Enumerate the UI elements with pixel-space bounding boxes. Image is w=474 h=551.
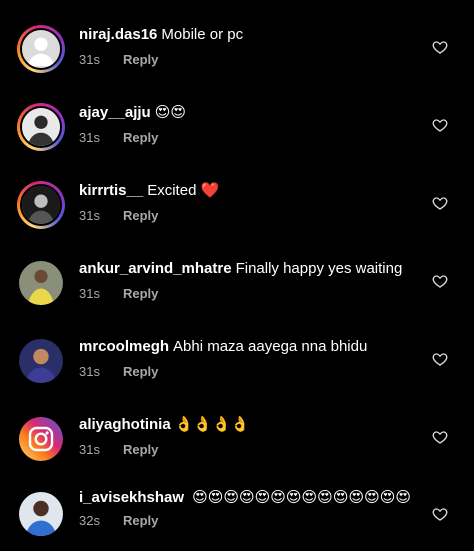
comment-username[interactable]: kirrrtis__ — [79, 182, 143, 199]
comment-timestamp: 31s — [79, 52, 100, 67]
comment-emojis: 👌👌👌👌 — [174, 416, 250, 433]
comment-timestamp: 31s — [79, 208, 100, 223]
heart-outline-icon[interactable] — [432, 39, 448, 55]
comment-timestamp: 31s — [79, 286, 100, 301]
avatar — [20, 184, 62, 226]
avatar-wrap[interactable] — [17, 337, 65, 385]
reply-button[interactable]: Reply — [123, 286, 158, 301]
comment-username[interactable]: ajay__ajju — [79, 104, 151, 121]
comment-username[interactable]: aliyaghotinia — [79, 416, 171, 433]
heart-outline-icon[interactable] — [432, 195, 448, 211]
avatar — [19, 339, 63, 383]
heart-outline-icon[interactable] — [432, 429, 448, 445]
reply-button[interactable]: Reply — [123, 442, 158, 457]
comment-text: Abhi maza aayega nna bhidu — [173, 338, 368, 355]
comment-emojis: 😍😍😍😍😍😍😍😍😍😍😍😍😍😍 — [192, 489, 411, 506]
reply-button[interactable]: Reply — [123, 513, 158, 528]
reply-button[interactable]: Reply — [123, 52, 158, 67]
heart-outline-icon[interactable] — [432, 351, 448, 367]
reply-button[interactable]: Reply — [123, 130, 158, 145]
avatar-story-ring[interactable] — [17, 25, 65, 73]
comment-emojis: 😍😍 — [154, 104, 186, 121]
reply-button[interactable]: Reply — [123, 208, 158, 223]
comment-text: Finally happy yes waiting — [235, 260, 403, 277]
comment-timestamp: 31s — [79, 130, 100, 145]
avatar — [20, 28, 62, 70]
comments-list: niraj.das16 Mobile or pc 31s Reply ajay__a… — [0, 0, 474, 551]
instagram-logo-icon — [19, 417, 63, 461]
comment-username[interactable]: ankur_arvind_mhatre — [79, 260, 232, 277]
comment-timestamp: 31s — [79, 364, 100, 379]
comment-text: Mobile or pc — [161, 26, 244, 43]
comment-username[interactable]: mrcoolmegh — [79, 338, 169, 355]
avatar-story-ring[interactable] — [17, 103, 65, 151]
comment-timestamp: 31s — [79, 442, 100, 457]
comment-text: Excited — [147, 182, 197, 199]
avatar — [19, 492, 63, 536]
avatar-story-ring[interactable] — [17, 181, 65, 229]
comment-emojis: ❤️ — [200, 182, 220, 199]
comment-username[interactable]: niraj.das16 — [79, 26, 157, 43]
heart-outline-icon[interactable] — [432, 273, 448, 289]
avatar — [19, 261, 63, 305]
avatar-wrap[interactable] — [17, 415, 65, 463]
avatar — [20, 106, 62, 148]
comment-username[interactable]: i_avisekhshaw — [79, 489, 184, 506]
avatar-wrap[interactable] — [17, 490, 65, 538]
comment-timestamp: 32s — [79, 513, 100, 528]
avatar-wrap[interactable] — [17, 259, 65, 307]
heart-outline-icon[interactable] — [432, 506, 448, 522]
heart-outline-icon[interactable] — [432, 117, 448, 133]
reply-button[interactable]: Reply — [123, 364, 158, 379]
